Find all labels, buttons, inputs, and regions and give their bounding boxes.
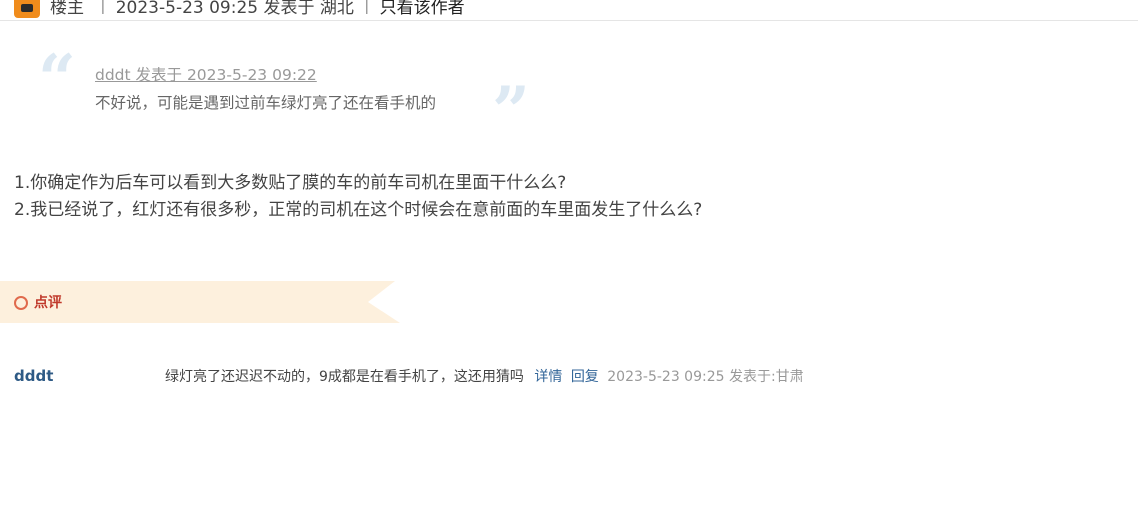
quote-author-link[interactable]: dddt 发表于 2023-5-23 09:22 <box>95 63 317 85</box>
close-quote-icon: ” <box>492 72 530 150</box>
open-quote-icon: “ <box>38 40 76 118</box>
comment-section-header: 点评 <box>0 281 400 323</box>
post-body: 1.你确定作为后车可以看到大多数贴了膜的车的前车司机在里面干什么么? 2.我已经… <box>14 170 702 224</box>
post-line: 2.我已经说了，红灯还有很多秒，正常的司机在这个时候会在意前面的车里面发生了什么… <box>14 200 703 220</box>
post-page: 楼主 | 2023-5-23 09:25 发表于 湖北 | 只看该作者 “ dd… <box>0 0 1138 518</box>
quote-text: 不好说，可能是遇到过前车绿灯亮了还在看手机的 <box>95 94 437 112</box>
only-author-link[interactable]: 只看该作者 <box>380 0 465 18</box>
comment-row: 绿灯亮了还迟迟不动的，9成都是在看手机了，这还用猜吗 详情 回复 2023-5-… <box>165 366 804 386</box>
separator: | <box>100 0 106 15</box>
comment-circle-icon <box>14 296 28 310</box>
comment-reply-link[interactable]: 回复 <box>571 369 599 385</box>
comment-detail-link[interactable]: 详情 <box>534 369 562 385</box>
comment-text: 绿灯亮了还迟迟不动的，9成都是在看手机了，这还用猜吗 <box>165 369 524 385</box>
post-line: 1.你确定作为后车可以看到大多数贴了膜的车的前车司机在里面干什么么? <box>14 173 567 193</box>
op-label: 楼主 <box>50 0 84 18</box>
post-header-bar: 楼主 | 2023-5-23 09:25 发表于 湖北 | 只看该作者 <box>0 0 1138 21</box>
separator: | <box>363 0 370 15</box>
comment-timestamp: 2023-5-23 09:25 发表于:甘肃 <box>607 369 804 385</box>
post-header: 楼主 | 2023-5-23 09:25 发表于 湖北 | 只看该作者 <box>14 0 465 18</box>
comment-section-title: 点评 <box>34 295 62 311</box>
post-timestamp: 2023-5-23 09:25 发表于 湖北 <box>115 0 354 18</box>
original-poster-icon <box>14 0 40 18</box>
comment-user-link[interactable]: dddt <box>14 367 53 385</box>
